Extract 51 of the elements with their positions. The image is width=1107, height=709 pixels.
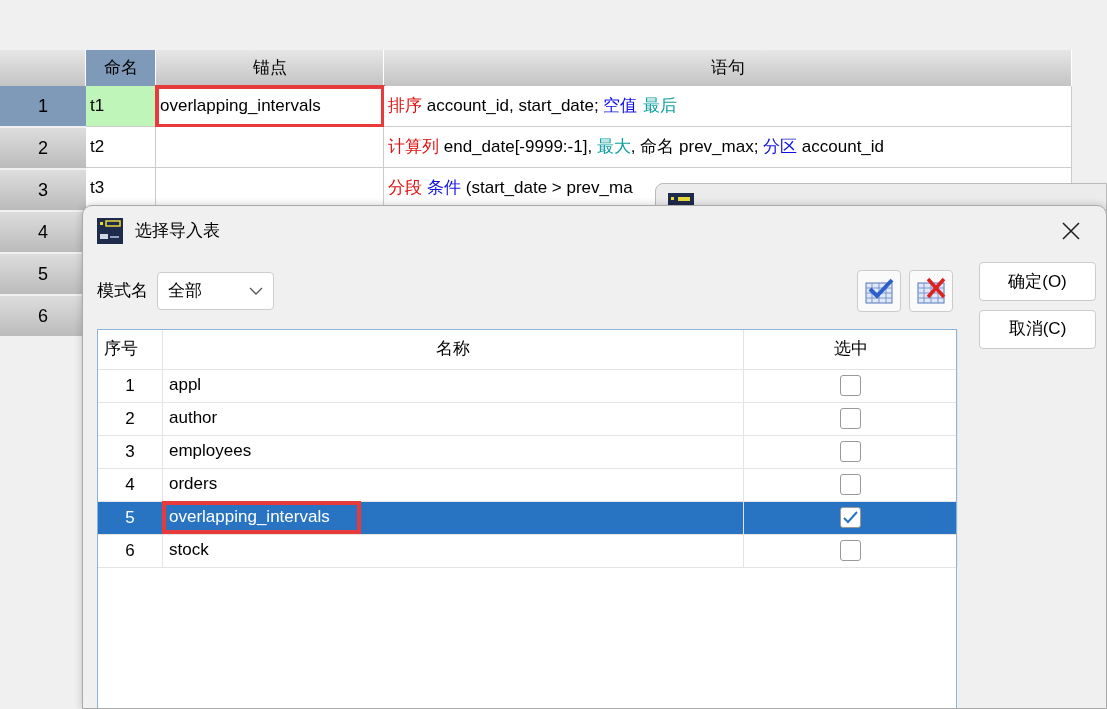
cancel-button[interactable]: 取消(C) (979, 309, 1096, 349)
close-icon[interactable] (1062, 222, 1080, 240)
window-icon (668, 193, 694, 205)
table-row[interactable]: 1 appl (98, 369, 956, 403)
checkbox[interactable] (840, 540, 861, 561)
statement-cell: 排序 account_id, start_date; 空值 最后 (384, 86, 1072, 127)
table-cell-text: 5 (125, 506, 135, 529)
column-header[interactable]: 语句 (384, 50, 1072, 86)
checkbox[interactable] (840, 474, 861, 495)
column-header[interactable]: 选中 (744, 329, 958, 369)
table-row[interactable]: 2 author (98, 402, 956, 436)
table-cell: overlapping_intervals (156, 86, 384, 127)
column-header[interactable]: 序号 (98, 329, 163, 369)
table-cell: t2 (86, 127, 156, 168)
table-cell-text: stock (168, 538, 210, 561)
table-cell: t3 (86, 168, 156, 209)
checkbox[interactable] (840, 375, 861, 396)
table-cell-text: orders (168, 472, 219, 495)
dialog-title: 选择导入表 (135, 220, 221, 243)
table-cell-text: 2 (125, 407, 135, 430)
column-header[interactable]: 锚点 (156, 50, 384, 86)
row-header[interactable]: 1 (0, 86, 86, 126)
checkbox[interactable] (840, 507, 861, 528)
row-header[interactable]: 2 (0, 128, 86, 168)
table-cell-text: employees (168, 439, 253, 462)
table-cell-text: 3 (125, 440, 135, 463)
table-row[interactable]: 4 orders (98, 468, 956, 502)
table-cell-text: 1 (125, 374, 135, 397)
table-cell-text: 4 (125, 473, 135, 496)
column-header[interactable]: 名称 (163, 329, 744, 369)
table-cell: overlapping_intervals (163, 501, 360, 534)
schema-dropdown[interactable]: 全部 (156, 272, 274, 310)
select-all-button[interactable] (856, 270, 901, 312)
row-header[interactable]: 3 (0, 170, 86, 210)
table-row[interactable]: 5 overlapping_intervals (98, 501, 956, 535)
clear-selection-button[interactable] (909, 270, 953, 312)
chevron-icon (248, 287, 263, 295)
cross-grid-icon (915, 275, 947, 307)
table-cell-text: appl (168, 373, 203, 396)
app-icon (97, 218, 123, 244)
table-row[interactable]: 6 stock (98, 534, 956, 568)
column-header[interactable]: 命名 (86, 50, 156, 86)
table-row[interactable]: 3 employees (98, 435, 956, 469)
checkbox[interactable] (840, 408, 861, 429)
checkbox[interactable] (840, 441, 861, 462)
ok-button[interactable]: 确定(O) (979, 262, 1096, 301)
statement-cell: 计算列 end_date[-9999:-1], 最大, 命名 prev_max; 分区 account_id (384, 127, 1072, 168)
table-cell: t1 (86, 86, 156, 127)
table-cell-text: author (168, 406, 219, 429)
table-cell-text: 6 (125, 539, 135, 562)
field-label: 模式名 (97, 280, 148, 303)
